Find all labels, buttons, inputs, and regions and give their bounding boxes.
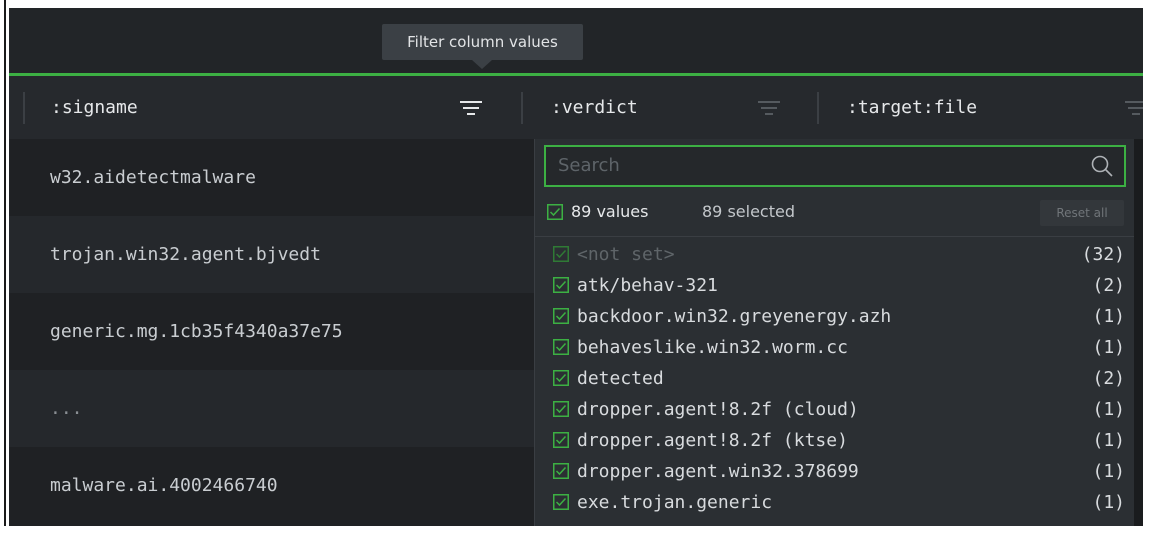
column-separator[interactable] bbox=[817, 92, 819, 124]
filter-value-label: detected bbox=[577, 368, 664, 389]
table-row[interactable]: w32.aidetectmalware bbox=[9, 139, 534, 216]
search-input[interactable] bbox=[558, 147, 1058, 185]
cell-signame: generic.mg.1cb35f4340a37e75 bbox=[50, 321, 343, 342]
checkbox-checked-icon[interactable] bbox=[553, 308, 569, 324]
filter-value-label: backdoor.win32.greyenergy.azh bbox=[577, 306, 892, 327]
filter-value-count: (1) bbox=[1092, 399, 1125, 420]
tooltip-arrow bbox=[472, 60, 492, 69]
reset-all-button[interactable]: Reset all bbox=[1040, 200, 1124, 226]
column-header-target-file[interactable]: :target:file bbox=[847, 76, 977, 139]
filter-icon[interactable] bbox=[758, 100, 780, 116]
filter-value-label: atk/behav-321 bbox=[577, 275, 718, 296]
filter-value-item[interactable]: atk/behav-321 (2) bbox=[535, 270, 1135, 301]
checkbox-checked-icon[interactable] bbox=[553, 432, 569, 448]
filter-value-item[interactable]: detected (2) bbox=[535, 363, 1135, 394]
filter-value-label: <not set> bbox=[577, 244, 675, 265]
filter-icon[interactable] bbox=[460, 100, 482, 116]
cell-signame: malware.ai.4002466740 bbox=[50, 475, 278, 496]
values-count: 89 values bbox=[571, 202, 649, 221]
filter-value-label: dropper.agent!8.2f (cloud) bbox=[577, 399, 859, 420]
checkbox-checked-icon[interactable] bbox=[553, 277, 569, 293]
filter-value-count: (1) bbox=[1092, 461, 1125, 482]
table-row[interactable]: ... bbox=[9, 370, 534, 447]
column-separator[interactable] bbox=[521, 92, 523, 124]
filter-value-count: (2) bbox=[1092, 275, 1125, 296]
checkbox-checked-icon[interactable] bbox=[547, 204, 563, 220]
checkbox-checked-icon[interactable] bbox=[553, 370, 569, 386]
column-separator[interactable] bbox=[23, 92, 25, 124]
column-header-signame[interactable]: :signame bbox=[51, 76, 138, 139]
filter-value-item[interactable]: <not set> (32) bbox=[535, 239, 1135, 270]
window-bottom-edge bbox=[0, 526, 1152, 546]
filter-value-count: (1) bbox=[1092, 430, 1125, 451]
filter-value-label: dropper.agent!8.2f (ktse) bbox=[577, 430, 848, 451]
filter-value-count: (1) bbox=[1092, 492, 1125, 513]
cell-signame: trojan.win32.agent.bjvedt bbox=[50, 244, 321, 265]
filter-value-label: dropper.agent.win32.378699 bbox=[577, 461, 859, 482]
window-edge bbox=[0, 0, 9, 546]
table-row[interactable]: malware.ai.4002466740 bbox=[9, 447, 534, 524]
filter-icon[interactable] bbox=[1125, 100, 1143, 116]
cell-signame: w32.aidetectmalware bbox=[50, 167, 256, 188]
filter-value-label: behaveslike.win32.worm.cc bbox=[577, 337, 848, 358]
filter-value-item[interactable]: behaveslike.win32.worm.cc (1) bbox=[535, 332, 1135, 363]
filter-value-count: (2) bbox=[1092, 368, 1125, 389]
scrollbar[interactable] bbox=[1134, 139, 1143, 526]
filter-value-item[interactable]: dropper.agent!8.2f (ktse) (1) bbox=[535, 425, 1135, 456]
search-icon[interactable] bbox=[1090, 154, 1114, 178]
column-header-row: :signame :verdict :target:file bbox=[9, 76, 1143, 139]
checkbox-checked-icon[interactable] bbox=[553, 401, 569, 417]
filter-value-count: (1) bbox=[1092, 306, 1125, 327]
filter-value-item[interactable]: dropper.agent!8.2f (cloud) (1) bbox=[535, 394, 1135, 425]
filter-dropdown: 89 values 89 selected Reset all <not set… bbox=[534, 139, 1135, 526]
search-box bbox=[544, 145, 1126, 187]
table-row[interactable]: trojan.win32.agent.bjvedt bbox=[9, 216, 534, 293]
cell-signame: ... bbox=[50, 398, 83, 419]
table-view: Filter column values :signame :verdict :… bbox=[9, 8, 1143, 526]
selected-count: 89 selected bbox=[702, 202, 795, 221]
tooltip: Filter column values bbox=[382, 24, 583, 60]
filter-value-count: (32) bbox=[1081, 244, 1125, 265]
checkbox-checked-icon[interactable] bbox=[553, 339, 569, 355]
table-row[interactable]: generic.mg.1cb35f4340a37e75 bbox=[9, 293, 534, 370]
checkbox-checked-icon[interactable] bbox=[553, 494, 569, 510]
checkbox-checked-icon[interactable] bbox=[553, 246, 569, 262]
filter-value-item[interactable]: exe.trojan.generic (1) bbox=[535, 487, 1135, 518]
checkbox-checked-icon[interactable] bbox=[553, 463, 569, 479]
select-all-row[interactable]: 89 values 89 selected Reset all bbox=[544, 199, 1134, 226]
column-header-verdict[interactable]: :verdict bbox=[551, 76, 638, 139]
filter-value-item[interactable]: dropper.agent.win32.378699 (1) bbox=[535, 456, 1135, 487]
filter-value-label: exe.trojan.generic bbox=[577, 492, 773, 513]
divider bbox=[535, 236, 1135, 237]
screenshot-frame: Filter column values :signame :verdict :… bbox=[0, 0, 1152, 546]
filter-value-item[interactable]: backdoor.win32.greyenergy.azh (1) bbox=[535, 301, 1135, 332]
filter-value-count: (1) bbox=[1092, 337, 1125, 358]
